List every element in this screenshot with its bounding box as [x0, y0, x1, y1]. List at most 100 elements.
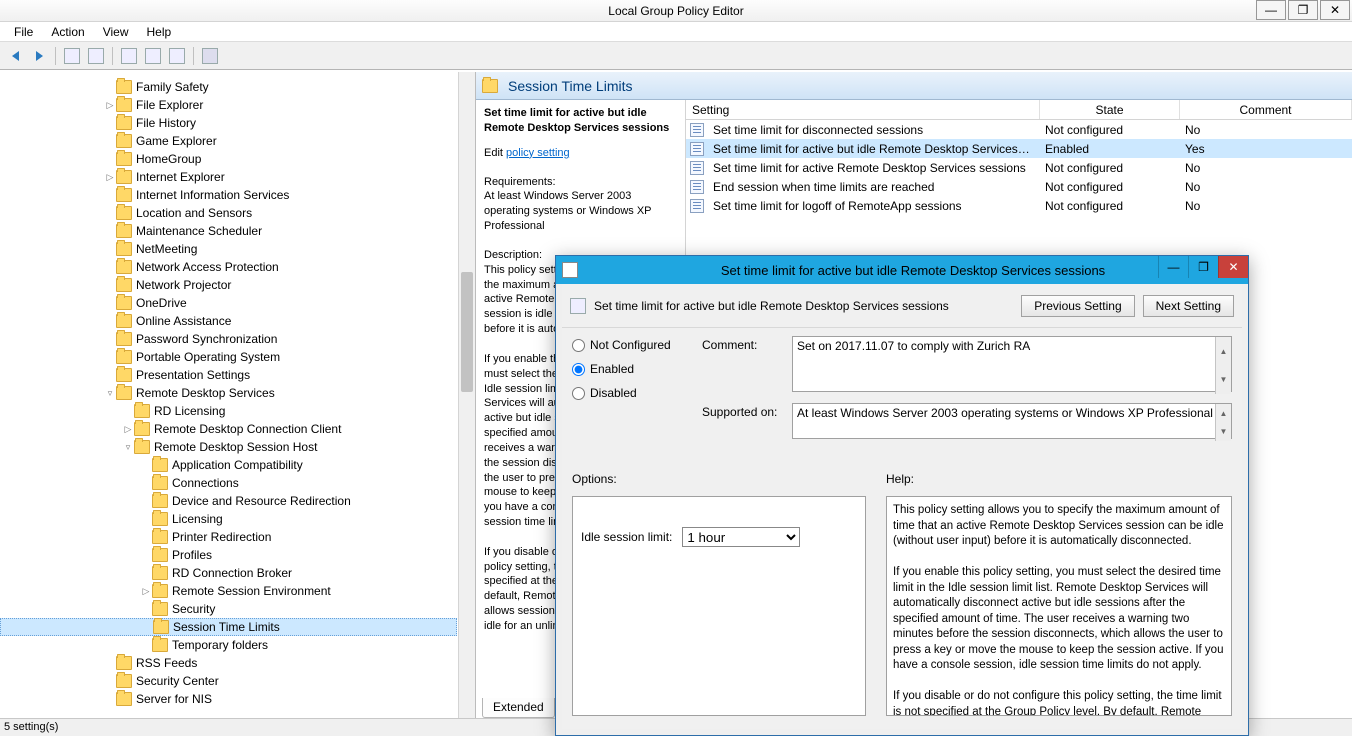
tree-node[interactable]: Security Center [0, 672, 457, 690]
desc-title: Set time limit for active but idle Remot… [484, 107, 669, 134]
expander-icon[interactable]: ▷ [104, 96, 116, 114]
tree-node[interactable]: Maintenance Scheduler [0, 222, 457, 240]
tree-node[interactable]: ▿Remote Desktop Session Host [0, 438, 457, 456]
maximize-button[interactable]: ❐ [1288, 0, 1318, 20]
expander-icon[interactable]: ▿ [104, 384, 116, 402]
policy-tree[interactable]: Family Safety▷File ExplorerFile HistoryG… [0, 72, 457, 718]
tree-node-label: Remote Desktop Connection Client [154, 420, 341, 438]
dialog-maximize-button[interactable]: ❐ [1188, 256, 1218, 278]
col-state[interactable]: State [1040, 100, 1180, 119]
tree-node[interactable]: Security [0, 600, 457, 618]
col-setting[interactable]: Setting [686, 100, 1040, 119]
next-setting-button[interactable]: Next Setting [1143, 295, 1234, 317]
forward-button[interactable] [28, 46, 50, 66]
tab-extended[interactable]: Extended [482, 698, 555, 718]
cell-setting: Set time limit for active but idle Remot… [707, 142, 1039, 156]
help-button[interactable] [142, 46, 164, 66]
tree-node[interactable]: Licensing [0, 510, 457, 528]
tree-node[interactable]: Family Safety [0, 78, 457, 96]
tree-node[interactable]: File History [0, 114, 457, 132]
tree-node[interactable]: Online Assistance [0, 312, 457, 330]
dialog-title-bar[interactable]: Set time limit for active but idle Remot… [556, 256, 1248, 284]
help-textbox[interactable]: This policy setting allows you to specif… [886, 496, 1232, 716]
folder-icon [152, 512, 168, 526]
tree-node[interactable]: RD Connection Broker [0, 564, 457, 582]
export-button[interactable] [118, 46, 140, 66]
tree-node[interactable]: ▷Remote Session Environment [0, 582, 457, 600]
setting-row[interactable]: End session when time limits are reached… [686, 177, 1352, 196]
expander-icon[interactable]: ▿ [122, 438, 134, 456]
tree-node-label: Network Projector [136, 276, 231, 294]
tree-node[interactable]: Printer Redirection [0, 528, 457, 546]
tree-node[interactable]: Session Time Limits [0, 618, 457, 636]
radio-not-configured[interactable]: Not Configured [572, 338, 702, 352]
minimize-button[interactable]: — [1256, 0, 1286, 20]
properties-button[interactable] [166, 46, 188, 66]
tree-node[interactable]: Location and Sensors [0, 204, 457, 222]
close-button[interactable]: ✕ [1320, 0, 1350, 20]
previous-setting-button[interactable]: Previous Setting [1021, 295, 1134, 317]
tree-node[interactable]: OneDrive [0, 294, 457, 312]
right-header-title: Session Time Limits [508, 78, 632, 94]
scrollbar-thumb[interactable] [461, 272, 473, 392]
menu-help[interactable]: Help [138, 22, 181, 42]
export-icon [121, 48, 137, 64]
policy-setting-link[interactable]: policy setting [506, 147, 570, 159]
toolbar-separator [193, 47, 194, 65]
up-button[interactable] [61, 46, 83, 66]
cell-comment: No [1179, 123, 1352, 137]
show-hide-tree-button[interactable] [85, 46, 107, 66]
tree-node[interactable]: HomeGroup [0, 150, 457, 168]
idle-session-limit-select[interactable]: 1 hour [682, 527, 800, 547]
tree-node[interactable]: ▷Internet Explorer [0, 168, 457, 186]
tree-scrollbar[interactable] [458, 72, 475, 718]
tree-node[interactable]: Device and Resource Redirection [0, 492, 457, 510]
tree-node[interactable]: Network Access Protection [0, 258, 457, 276]
col-comment[interactable]: Comment [1180, 100, 1352, 119]
tree-node[interactable]: RD Licensing [0, 402, 457, 420]
folder-icon [153, 620, 169, 634]
expander-icon[interactable]: ▷ [140, 582, 152, 600]
tree-node[interactable]: Presentation Settings [0, 366, 457, 384]
tree-node[interactable]: Internet Information Services [0, 186, 457, 204]
tree-node[interactable]: ▷ File Explorer [0, 96, 457, 114]
tree-node[interactable]: Application Compatibility [0, 456, 457, 474]
comment-textarea[interactable]: Set on 2017.11.07 to comply with Zurich … [792, 336, 1232, 392]
radio-enabled[interactable]: Enabled [572, 362, 702, 376]
setting-row[interactable]: Set time limit for disconnected sessions… [686, 120, 1352, 139]
tree-node[interactable]: Connections [0, 474, 457, 492]
expander-icon[interactable]: ▷ [104, 168, 116, 186]
tree-node[interactable]: ▷ Remote Desktop Connection Client [0, 420, 457, 438]
folder-icon [116, 116, 132, 130]
supported-spin[interactable]: ▲▼ [1215, 404, 1231, 441]
options-label: Options: [572, 472, 866, 486]
menu-view[interactable]: View [94, 22, 138, 42]
setting-row[interactable]: Set time limit for logoff of RemoteApp s… [686, 196, 1352, 215]
tree-node[interactable]: Temporary folders [0, 636, 457, 654]
tree-node[interactable]: Portable Operating System [0, 348, 457, 366]
tree-node[interactable]: Network Projector [0, 276, 457, 294]
tree-node-label: File Explorer [136, 96, 203, 114]
requirements-head: Requirements: [484, 175, 677, 190]
expander-icon[interactable]: ▷ [122, 420, 134, 438]
dialog-close-button[interactable]: ✕ [1218, 256, 1248, 278]
tree-node[interactable]: RSS Feeds [0, 654, 457, 672]
menu-action[interactable]: Action [42, 22, 93, 42]
tree-node[interactable]: NetMeeting [0, 240, 457, 258]
back-button[interactable] [4, 46, 26, 66]
comment-spin[interactable]: ▲▼ [1215, 337, 1231, 394]
tree-node[interactable]: ▿Remote Desktop Services [0, 384, 457, 402]
setting-row[interactable]: Set time limit for active but idle Remot… [686, 139, 1352, 158]
tree-node-label: Location and Sensors [136, 204, 252, 222]
radio-disabled[interactable]: Disabled [572, 386, 702, 400]
folder-icon [482, 79, 498, 93]
right-header: Session Time Limits [476, 72, 1352, 100]
menu-file[interactable]: File [5, 22, 42, 42]
setting-row[interactable]: Set time limit for active Remote Desktop… [686, 158, 1352, 177]
tree-node[interactable]: Profiles [0, 546, 457, 564]
tree-node[interactable]: Password Synchronization [0, 330, 457, 348]
tree-node[interactable]: Game Explorer [0, 132, 457, 150]
tree-node[interactable]: Server for NIS [0, 690, 457, 708]
dialog-minimize-button[interactable]: — [1158, 256, 1188, 278]
filter-button[interactable] [199, 46, 221, 66]
